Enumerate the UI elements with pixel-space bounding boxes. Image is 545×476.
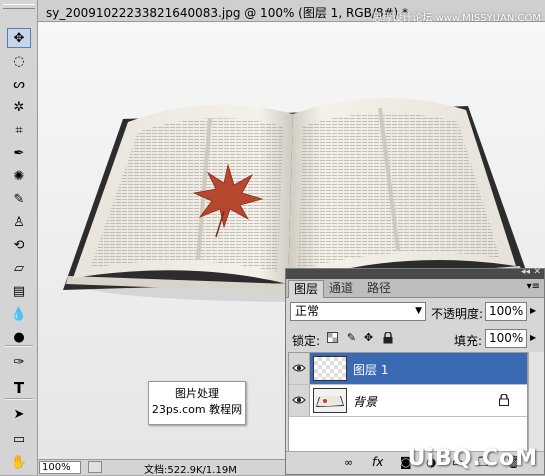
hand-tool-icon[interactable]: ✋ [7,452,31,472]
fill-slider-arrow-icon[interactable]: ▶ [530,333,536,342]
panel-header[interactable]: ◂◂ ✕ [286,267,544,279]
lock-position-icon[interactable]: ✥ [362,331,375,344]
layer-name[interactable]: 背景 [353,393,377,410]
pen-tool-icon[interactable]: ✑ [7,352,31,372]
blend-mode-select[interactable]: 正常 ▼ [290,302,426,321]
toolbar-separator [5,345,33,347]
document-title-bar[interactable]: sy_20091022233821640083.jpg @ 100% (图层 1… [38,0,545,24]
tab-paths[interactable]: 路径 [362,280,396,297]
eye-icon [292,396,306,404]
stamp-line2: 23ps.com 教程网 [151,403,243,416]
history-brush-tool-icon[interactable]: ⟲ [7,235,31,255]
fill-input[interactable]: 100% [485,329,527,348]
visibility-toggle[interactable] [289,385,310,416]
opacity-label: 不透明度: [431,307,484,321]
layer-row-layer1[interactable]: 图层 1 [289,353,527,385]
toolbar-separator [5,398,33,400]
layer-row-background[interactable]: 背景 [289,385,527,417]
toolbar-grip[interactable] [3,4,35,9]
layer-style-icon[interactable]: fx [372,455,383,469]
type-tool-icon[interactable]: T [7,378,31,398]
magic-wand-tool-icon[interactable]: ✲ [7,97,31,117]
document-title: sy_20091022233821640083.jpg @ 100% (图层 1… [46,6,409,20]
uibq-watermark: UiBQ.CoM [407,446,538,471]
blur-tool-icon[interactable]: 💧 [7,304,31,324]
lasso-tool-icon[interactable]: ᔕ [7,74,31,94]
status-menu-button[interactable] [88,461,102,473]
zoom-field[interactable]: 100% [39,461,81,474]
panel-menu-icon[interactable]: ▾≡ [527,281,540,292]
shape-tool-icon[interactable]: ▭ [7,429,31,449]
healing-brush-tool-icon[interactable]: ✺ [7,166,31,186]
document-size: 文档:522.9K/1.19M [144,465,237,476]
fill-label: 填充: [454,334,483,348]
layer-lock-icon [499,394,509,406]
chevron-down-icon: ▼ [415,306,422,316]
panel-tabs: 图层 通道 路径 ▾≡ [286,279,544,298]
lock-pixels-icon[interactable]: ✎ [345,331,358,344]
path-selection-tool-icon[interactable]: ➤ [7,404,31,424]
opacity-slider-arrow-icon[interactable]: ▶ [530,306,536,315]
opacity-input[interactable]: 100% [485,302,527,321]
collapse-icon[interactable]: ◂◂ [521,267,530,277]
layers-list: 图层 1 背景 [288,352,528,452]
blend-mode-value: 正常 [295,304,320,318]
lock-transparency-icon[interactable] [326,331,339,344]
move-tool-icon[interactable]: ✥ [7,28,31,48]
eraser-tool-icon[interactable]: ▱ [7,258,31,278]
brush-tool-icon[interactable]: ✎ [7,189,31,209]
marquee-tool-icon[interactable]: ◌ [7,51,31,71]
clone-stamp-tool-icon[interactable]: ♙ [7,212,31,232]
layers-scrollbar[interactable] [528,352,544,452]
tab-channels[interactable]: 通道 [324,280,358,297]
site-stamp: 图片处理 23ps.com 教程网 [148,381,246,425]
layers-panel: ◂◂ ✕ 图层 通道 路径 ▾≡ 正常 ▼ 不透明度: 100% ▶ 锁定: ✎… [285,267,545,475]
eyedropper-tool-icon[interactable]: ✒ [7,143,31,163]
link-layers-icon[interactable]: ∞ [344,456,353,469]
dodge-tool-icon[interactable]: ● [7,327,31,347]
layer-name[interactable]: 图层 1 [353,361,388,378]
eye-icon [292,364,306,372]
visibility-toggle[interactable] [289,353,310,384]
close-icon[interactable]: ✕ [533,267,541,277]
lock-label: 锁定: [292,334,321,348]
stamp-line1: 图片处理 [175,387,219,400]
lock-all-icon[interactable] [381,331,394,344]
layer-thumbnail [313,388,347,413]
tools-panel: ✥ ◌ ᔕ ✲ ⌗ ✒ ✺ ✎ ♙ ⟲ ▱ ▤ 💧 ● ✑ T ➤ ▭ ✋ [0,0,38,475]
gradient-tool-icon[interactable]: ▤ [7,281,31,301]
tab-layers[interactable]: 图层 [288,280,325,298]
crop-tool-icon[interactable]: ⌗ [7,120,31,140]
layer-thumbnail [313,356,347,381]
